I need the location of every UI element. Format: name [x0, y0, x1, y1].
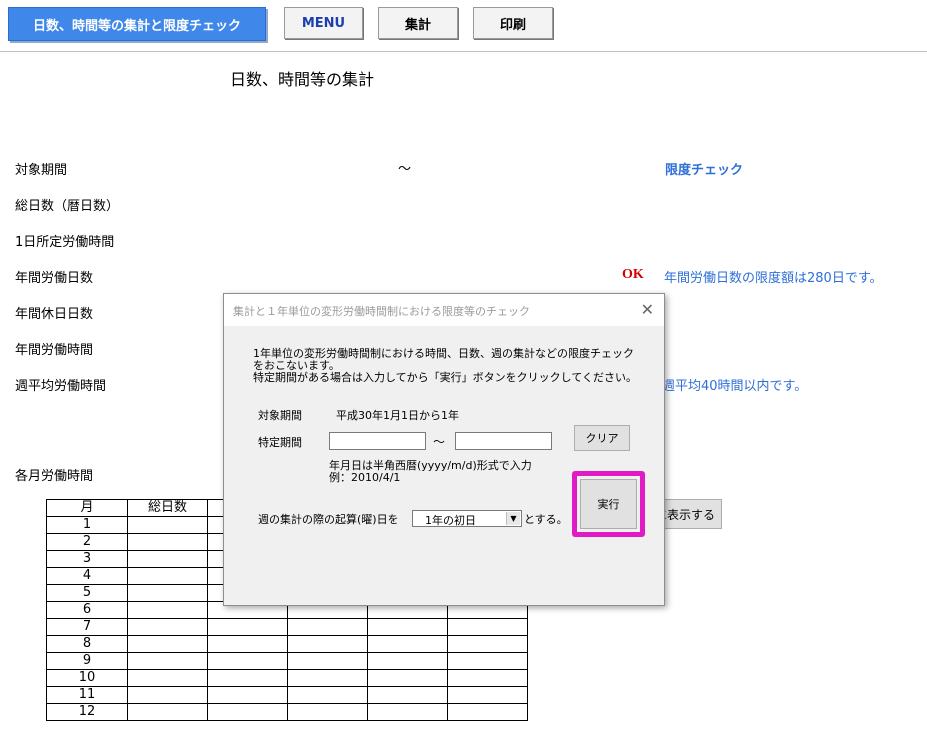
annual-days-message: 年間労働日数の限度額は280日です。 [664, 271, 883, 286]
table-cell[interactable] [367, 703, 448, 721]
table-cell[interactable] [127, 550, 208, 568]
label-annual-work-days: 年間労働日数 [15, 271, 94, 286]
table-cell[interactable] [287, 669, 368, 687]
month-cell: 11 [46, 686, 128, 704]
table-row: 11 [46, 686, 528, 704]
table-cell[interactable] [127, 584, 208, 602]
table-cell[interactable] [127, 686, 208, 704]
dialog-period-value: 平成30年1月1日から1年 [336, 409, 459, 422]
table-cell[interactable] [367, 618, 448, 636]
table-cell[interactable] [127, 669, 208, 687]
table-cell[interactable] [287, 703, 368, 721]
dialog-desc-line3: 特定期間がある場合は入力してから「実行」ボタンをクリックしてください。 [253, 371, 638, 384]
month-cell: 2 [46, 533, 128, 551]
table-cell[interactable] [447, 669, 528, 687]
dialog-period-label: 対象期間 [258, 409, 302, 422]
special-period-separator: ～ [433, 435, 446, 449]
table-row: 10 [46, 669, 528, 687]
table-row: 12 [46, 703, 528, 721]
month-cell: 3 [46, 550, 128, 568]
week-start-suffix: とする。 [524, 513, 568, 526]
chevron-down-icon[interactable]: ▼ [506, 512, 520, 525]
table-cell[interactable] [447, 618, 528, 636]
label-period: 対象期間 [15, 163, 68, 178]
table-cell[interactable] [127, 652, 208, 670]
table-cell[interactable] [447, 635, 528, 653]
table-row: 7 [46, 618, 528, 636]
format-example: 例：2010/4/1 [329, 471, 401, 484]
week-start-label: 週の集計の際の起算(曜)日を [258, 513, 399, 526]
header-month: 月 [46, 499, 128, 517]
table-cell[interactable] [127, 533, 208, 551]
table-cell[interactable] [447, 703, 528, 721]
dialog-special-label: 特定期間 [258, 436, 302, 449]
menu-button[interactable]: MENU [284, 7, 363, 39]
aggregate-button[interactable]: 集計 [378, 7, 458, 39]
week-start-value: 1年の初日 [425, 514, 476, 527]
weekly-message: 週平均40時間以内です。 [662, 379, 808, 394]
table-cell[interactable] [127, 618, 208, 636]
table-cell[interactable] [367, 652, 448, 670]
dialog-title: 集計と１年単位の変形労働時間制における限度等のチェック [233, 305, 530, 318]
print-button[interactable]: 印刷 [473, 7, 553, 39]
header-total-days: 総日数 [127, 499, 208, 517]
table-cell[interactable] [367, 686, 448, 704]
table-cell[interactable] [287, 618, 368, 636]
label-monthly-hours: 各月労働時間 [15, 469, 94, 484]
table-row: 8 [46, 635, 528, 653]
table-cell[interactable] [127, 516, 208, 534]
week-start-select[interactable]: 1年の初日 ▼ [412, 510, 522, 527]
month-cell: 5 [46, 584, 128, 602]
close-icon[interactable]: ✕ [641, 300, 654, 319]
table-row: 9 [46, 652, 528, 670]
table-cell[interactable] [207, 652, 288, 670]
month-cell: 10 [46, 669, 128, 687]
label-annual-hours: 年間労働時間 [15, 343, 94, 358]
month-cell: 1 [46, 516, 128, 534]
table-cell[interactable] [287, 652, 368, 670]
table-cell[interactable] [207, 669, 288, 687]
label-annual-holidays: 年間休日日数 [15, 307, 94, 322]
table-cell[interactable] [367, 669, 448, 687]
label-total-days: 総日数（暦日数） [15, 199, 120, 214]
table-cell[interactable] [287, 635, 368, 653]
special-period-to-input[interactable] [455, 432, 552, 450]
table-cell[interactable] [127, 601, 208, 619]
table-cell[interactable] [207, 703, 288, 721]
table-cell[interactable] [447, 686, 528, 704]
month-cell: 8 [46, 635, 128, 653]
month-cell: 12 [46, 703, 128, 721]
month-cell: 6 [46, 601, 128, 619]
execute-button[interactable]: 実行 [580, 479, 637, 529]
clear-button[interactable]: クリア [574, 425, 630, 451]
ok-status: OK [622, 267, 644, 282]
period-separator: ～ [398, 162, 412, 177]
table-cell[interactable] [367, 635, 448, 653]
table-cell[interactable] [207, 635, 288, 653]
label-weekly-avg: 週平均労働時間 [15, 379, 107, 394]
title-button[interactable]: 日数、時間等の集計と限度チェック [8, 7, 266, 41]
toolbar-divider [0, 51, 927, 52]
month-cell: 4 [46, 567, 128, 585]
dialog-title-bar[interactable]: 集計と１年単位の変形労働時間制における限度等のチェック ✕ [224, 294, 664, 326]
table-cell[interactable] [207, 618, 288, 636]
table-cell[interactable] [287, 686, 368, 704]
special-period-from-input[interactable] [329, 432, 426, 450]
limit-check-heading: 限度チェック [665, 163, 744, 178]
label-daily-hours: 1日所定労働時間 [15, 235, 115, 250]
table-cell[interactable] [127, 567, 208, 585]
table-cell[interactable] [127, 635, 208, 653]
table-cell[interactable] [207, 686, 288, 704]
month-cell: 9 [46, 652, 128, 670]
month-cell: 7 [46, 618, 128, 636]
table-cell[interactable] [447, 652, 528, 670]
page-title: 日数、時間等の集計 [230, 70, 375, 89]
table-cell[interactable] [127, 703, 208, 721]
